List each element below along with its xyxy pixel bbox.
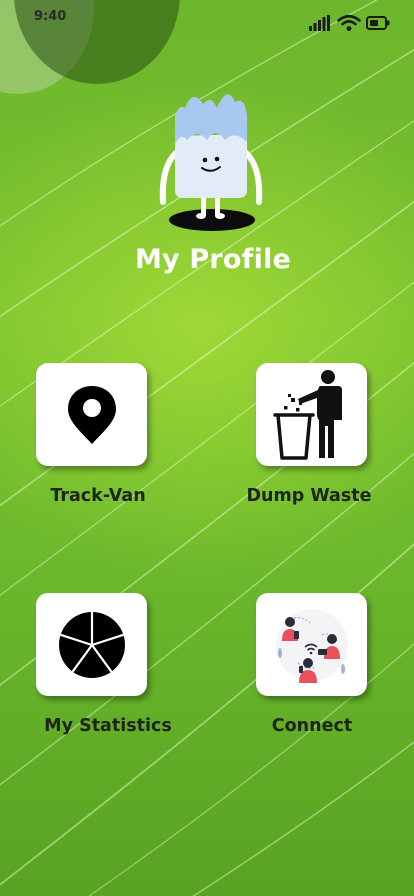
map-pin-icon [67, 385, 116, 444]
track-van-button[interactable] [36, 363, 147, 466]
battery-icon [366, 16, 390, 30]
page-title: My Profile [134, 244, 292, 275]
my-statistics-button[interactable] [36, 593, 147, 696]
track-van-label[interactable]: Track-Van [8, 486, 188, 506]
connect-button[interactable] [256, 593, 367, 696]
status-time: 9:40 [34, 9, 67, 24]
cellular-signal-icon [309, 15, 330, 31]
dump-waste-label[interactable]: Dump Waste [219, 486, 399, 506]
pie-chart-icon [58, 611, 125, 678]
dump-waste-button[interactable] [256, 363, 367, 466]
trash-disposal-icon [272, 369, 342, 460]
connect-label[interactable]: Connect [222, 716, 402, 736]
status-icons [309, 14, 390, 32]
my-statistics-label[interactable]: My Statistics [18, 716, 198, 736]
milk-carton-mascot-illustration [159, 94, 263, 231]
wifi-icon [337, 14, 361, 31]
people-connect-illustration [275, 608, 348, 683]
app-screen: 9:40 My Profile Track-Van Dump Waste My … [0, 0, 414, 896]
